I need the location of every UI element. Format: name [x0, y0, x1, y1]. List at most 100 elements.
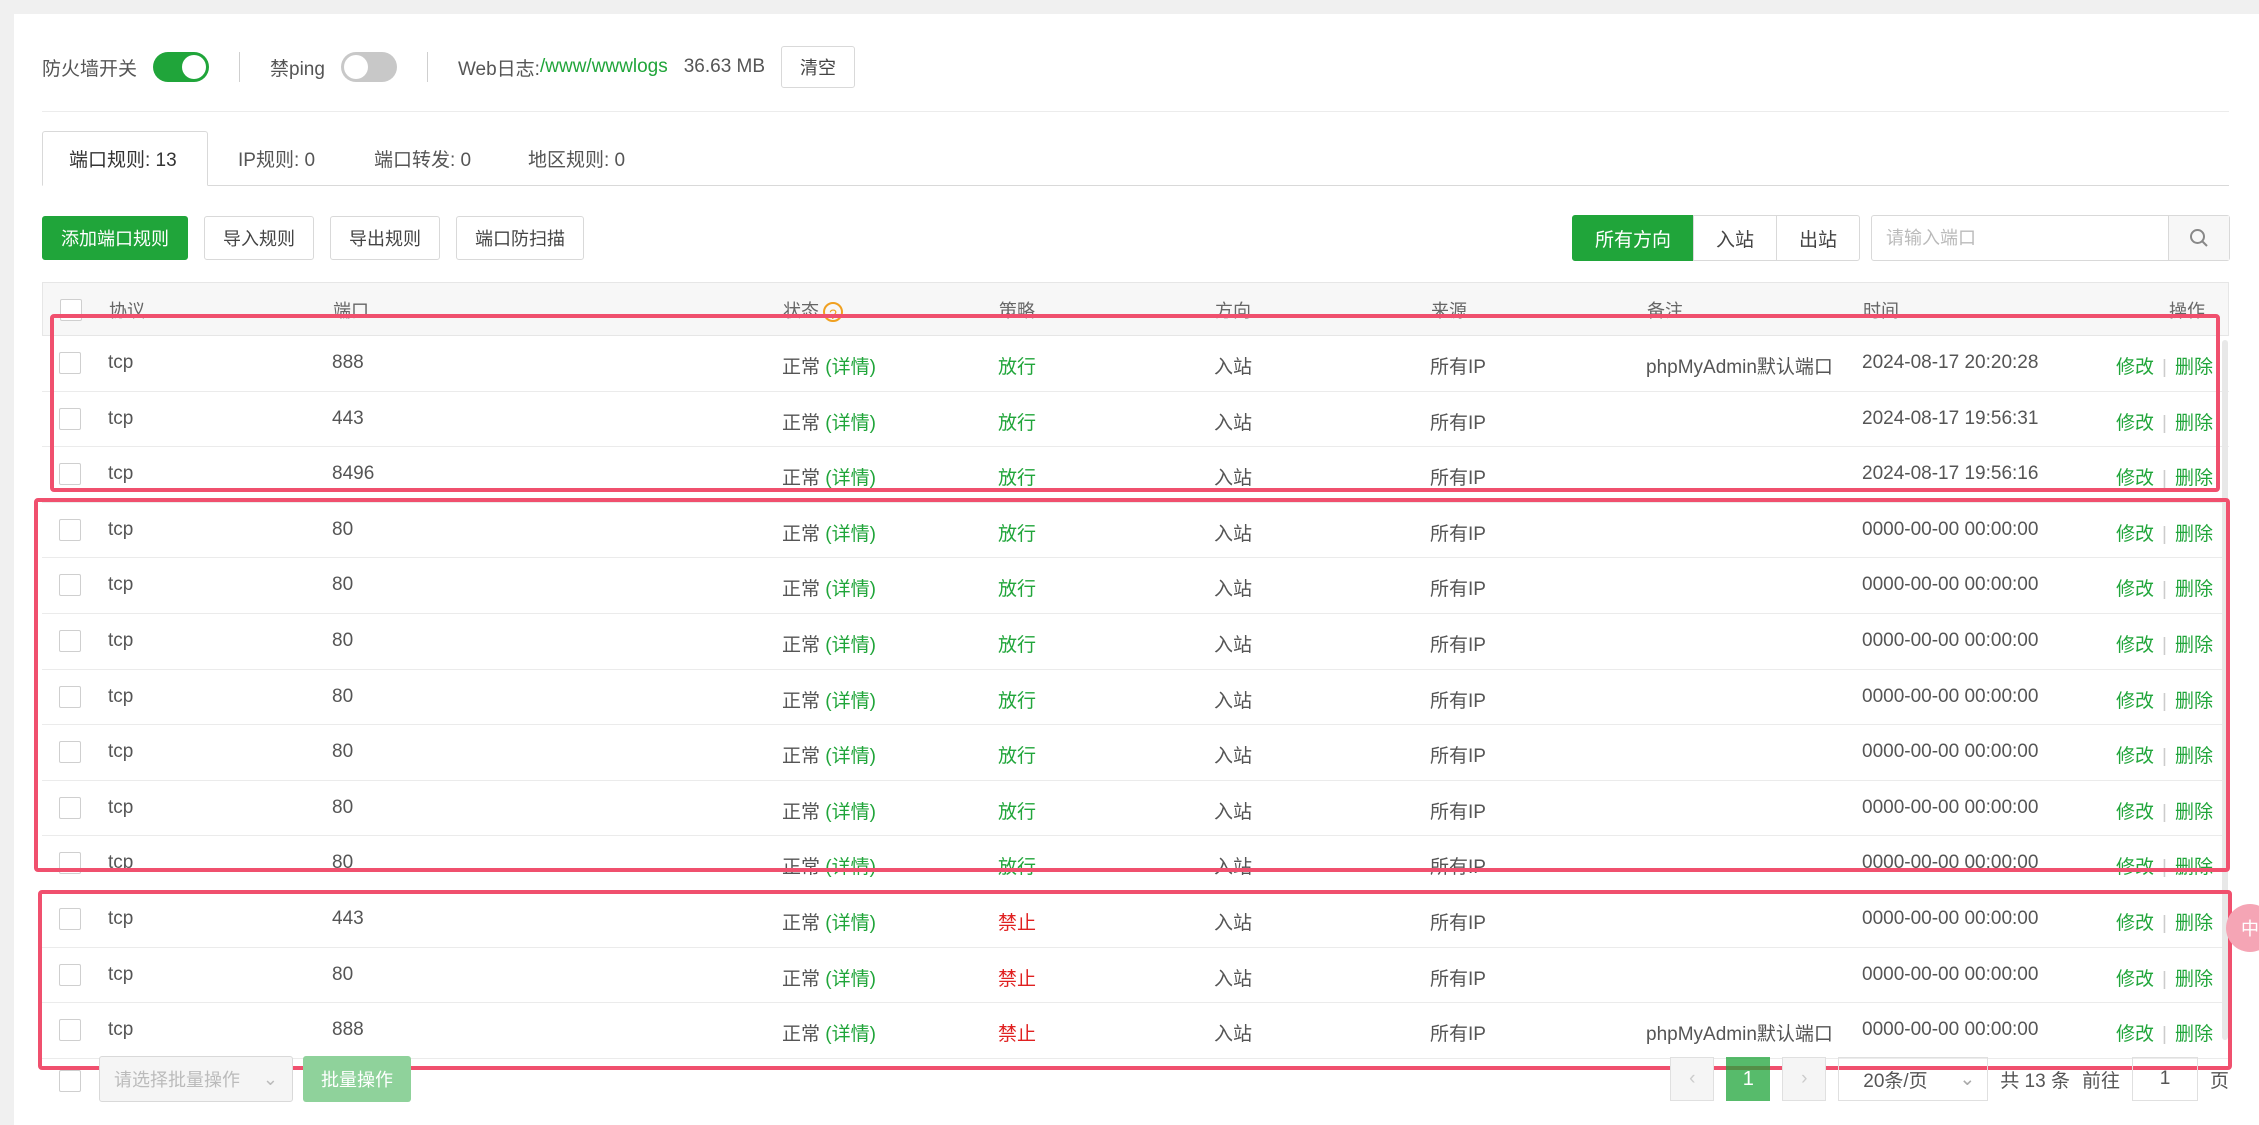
goto-page-input[interactable]: 1: [2131, 1057, 2198, 1101]
row-checkbox[interactable]: [59, 685, 81, 708]
delete-link[interactable]: 删除: [2175, 579, 2213, 600]
table-row: tcp 443 正常 (详情) 禁止 入站 所有IP 0000-00-00 00:00:00…: [42, 892, 2229, 948]
row-checkbox[interactable]: [59, 574, 81, 597]
edit-link[interactable]: 修改: [2116, 413, 2154, 434]
page-size-select[interactable]: 20条/页 ⌄: [1838, 1057, 1989, 1101]
table-row: tcp 80 正常 (详情) 放行 入站 所有IP 0000-00-00 00:00:00 修…: [42, 614, 2229, 670]
delete-link[interactable]: 删除: [2175, 969, 2213, 990]
row-checkbox[interactable]: [59, 741, 81, 764]
detail-link[interactable]: (详情): [825, 1024, 876, 1045]
table-row: tcp 80 正常 (详情) 放行 入站 所有IP 0000-00-00 00:00:00 修…: [42, 781, 2229, 837]
edit-link[interactable]: 修改: [2116, 969, 2154, 990]
batch-action-button[interactable]: 批量操作: [303, 1056, 411, 1102]
edit-link[interactable]: 修改: [2116, 802, 2154, 823]
actions-cell: 修改 | 删除: [2116, 357, 2213, 378]
row-checkbox[interactable]: [59, 463, 81, 486]
ping-toggle[interactable]: [340, 52, 397, 82]
column-header: 来源: [1431, 301, 1467, 321]
source-cell: 所有IP: [1430, 857, 1486, 879]
edit-link[interactable]: 修改: [2116, 524, 2154, 545]
footer-select-all-checkbox[interactable]: [59, 1070, 81, 1092]
delete-link[interactable]: 删除: [2175, 913, 2213, 934]
column-header: 策略: [999, 301, 1035, 321]
detail-link[interactable]: (详情): [825, 524, 876, 545]
direction-in-button[interactable]: 入站: [1693, 215, 1778, 261]
import-rules-button[interactable]: 导入规则: [204, 216, 314, 260]
edit-link[interactable]: 修改: [2116, 1024, 2154, 1045]
status-cell: 正常 (详情): [782, 741, 876, 768]
row-checkbox[interactable]: [59, 629, 81, 652]
search-icon: [2190, 229, 2208, 247]
protocol-cell: tcp: [108, 1019, 134, 1041]
table-row: tcp 80 正常 (详情) 放行 入站 所有IP 0000-00-00 00:00:00 修…: [42, 503, 2229, 559]
port-search-input[interactable]: [1872, 216, 2168, 260]
select-all-checkbox[interactable]: [60, 299, 82, 321]
detail-link[interactable]: (详情): [825, 468, 876, 489]
row-checkbox[interactable]: [59, 963, 81, 986]
delete-link[interactable]: 删除: [2175, 524, 2213, 545]
column-header: 状态?: [783, 297, 843, 323]
prev-page-button[interactable]: ‹: [1670, 1057, 1715, 1101]
search-button[interactable]: [2168, 216, 2229, 260]
row-checkbox[interactable]: [59, 407, 81, 430]
next-page-button[interactable]: ›: [1782, 1057, 1827, 1101]
row-checkbox[interactable]: [59, 852, 81, 875]
row-checkbox[interactable]: [59, 1019, 81, 1042]
status-text: 正常: [782, 746, 821, 768]
delete-link[interactable]: 删除: [2175, 413, 2213, 434]
edit-link[interactable]: 修改: [2116, 357, 2154, 378]
row-checkbox[interactable]: [59, 796, 81, 819]
status-text: 正常: [782, 968, 821, 990]
edit-link[interactable]: 修改: [2116, 913, 2154, 934]
tab-port-forward[interactable]: 端口转发: 0: [374, 131, 471, 185]
tab-port-rules[interactable]: 端口规则: 13: [42, 131, 208, 186]
clear-log-button[interactable]: 清空: [781, 46, 856, 88]
time-cell: 0000-00-00 00:00:00: [1862, 741, 2039, 763]
detail-link[interactable]: (详情): [825, 413, 876, 434]
column-header: 操作: [2169, 301, 2205, 321]
detail-link[interactable]: (详情): [825, 802, 876, 823]
delete-link[interactable]: 删除: [2175, 1024, 2213, 1045]
edit-link[interactable]: 修改: [2116, 579, 2154, 600]
detail-link[interactable]: (详情): [825, 857, 876, 878]
edit-link[interactable]: 修改: [2116, 857, 2154, 878]
delete-link[interactable]: 删除: [2175, 857, 2213, 878]
total-count: 共 13 条: [2000, 1070, 2070, 1092]
port-scan-protection-button[interactable]: 端口防扫描: [456, 216, 584, 260]
delete-link[interactable]: 删除: [2175, 802, 2213, 823]
weblog-path-link[interactable]: /www/wwwlogs: [540, 56, 668, 78]
direction-out-button[interactable]: 出站: [1776, 215, 1861, 261]
detail-link[interactable]: (详情): [825, 691, 876, 712]
port-cell: 888: [332, 1019, 364, 1041]
detail-link[interactable]: (详情): [825, 635, 876, 656]
direction-all-button[interactable]: 所有方向: [1572, 215, 1695, 261]
actions-cell: 修改 | 删除: [2116, 746, 2213, 768]
delete-link[interactable]: 删除: [2175, 357, 2213, 378]
batch-action-select[interactable]: 请选择批量操作 ⌄: [99, 1056, 293, 1102]
tab-ip-rules[interactable]: IP规则: 0: [238, 131, 315, 185]
page-number[interactable]: 1: [1726, 1057, 1771, 1101]
time-cell: 0000-00-00 00:00:00: [1862, 1019, 2039, 1041]
detail-link[interactable]: (详情): [825, 746, 876, 767]
edit-link[interactable]: 修改: [2116, 468, 2154, 489]
delete-link[interactable]: 删除: [2175, 691, 2213, 712]
firewall-toggle[interactable]: [153, 52, 210, 82]
delete-link[interactable]: 删除: [2175, 468, 2213, 489]
detail-link[interactable]: (详情): [825, 913, 876, 934]
detail-link[interactable]: (详情): [825, 969, 876, 990]
delete-link[interactable]: 删除: [2175, 746, 2213, 767]
column-header: 协议: [109, 301, 145, 321]
help-icon[interactable]: ?: [823, 302, 843, 323]
row-checkbox[interactable]: [59, 518, 81, 541]
delete-link[interactable]: 删除: [2175, 635, 2213, 656]
export-rules-button[interactable]: 导出规则: [330, 216, 440, 260]
row-checkbox[interactable]: [59, 907, 81, 930]
row-checkbox[interactable]: [59, 352, 81, 374]
tab-region-rules[interactable]: 地区规则: 0: [528, 131, 625, 185]
edit-link[interactable]: 修改: [2116, 635, 2154, 656]
detail-link[interactable]: (详情): [825, 579, 876, 600]
add-port-rule-button[interactable]: 添加端口规则: [42, 216, 188, 260]
edit-link[interactable]: 修改: [2116, 691, 2154, 712]
detail-link[interactable]: (详情): [825, 357, 876, 378]
edit-link[interactable]: 修改: [2116, 746, 2154, 767]
